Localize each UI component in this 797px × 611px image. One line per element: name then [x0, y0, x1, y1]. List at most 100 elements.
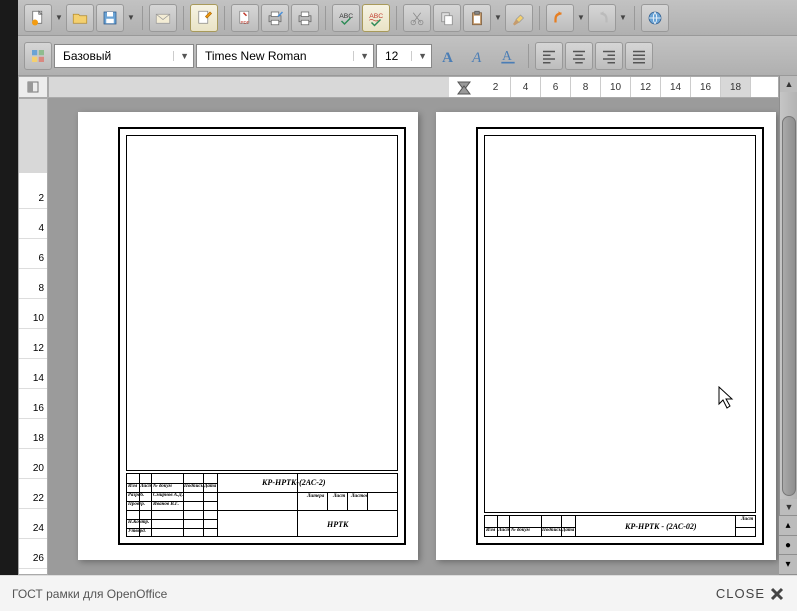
tb-izm: Изм [128, 484, 137, 489]
font-name-value: Times New Roman [205, 49, 307, 63]
save-dropdown[interactable]: ▼ [126, 4, 136, 32]
caption-text: ГОСТ рамки для OpenOffice [12, 587, 167, 601]
openoffice-writer-window: ▼ ▼ PDF ABC ABC ▼ ▼ ▼ Базовый ▼ [18, 0, 797, 575]
italic-button[interactable]: A [464, 42, 492, 70]
paragraph-style-dropdown[interactable]: ▼ [173, 51, 189, 61]
export-pdf-button[interactable]: PDF [231, 4, 259, 32]
vruler-tick: 12 [19, 339, 47, 359]
ruler-corner [18, 76, 48, 98]
indent-marker-icon[interactable] [456, 80, 472, 96]
print-preview-button[interactable] [261, 4, 289, 32]
ruler-tick: 12 [631, 77, 661, 97]
font-size-combo[interactable]: 12 ▼ [376, 44, 432, 68]
mail-button[interactable] [149, 4, 177, 32]
tb-check-name: Иванов В.Г. [153, 502, 179, 507]
tb-doc-code: КР-НРТК-(2АС-2) [262, 478, 326, 487]
vruler-tick: 26 [19, 549, 47, 569]
align-center-button[interactable] [565, 42, 593, 70]
bold-button[interactable]: A [434, 42, 462, 70]
styles-dialog-button[interactable] [24, 42, 52, 70]
next-page-button[interactable]: ▾ [779, 555, 797, 575]
horizontal-ruler[interactable]: 2 4 6 8 10 12 14 16 18 [48, 76, 779, 98]
tb-list: Лист [140, 484, 152, 489]
close-button[interactable]: CLOSE [716, 586, 785, 602]
nav-target-button[interactable]: ● [779, 536, 797, 556]
font-name-combo[interactable]: Times New Roman ▼ [196, 44, 374, 68]
scroll-thumb[interactable] [782, 116, 796, 496]
font-size-dropdown[interactable]: ▼ [411, 51, 427, 61]
scroll-up-arrow[interactable]: ▲ [780, 76, 797, 92]
vertical-scrollbar[interactable]: ▲ ▼ ▴ ● ▾ [779, 76, 797, 575]
new-document-dropdown[interactable]: ▼ [54, 4, 64, 32]
svg-text:A: A [442, 49, 453, 65]
close-label: CLOSE [716, 586, 765, 601]
background-strip [0, 0, 18, 575]
caption-bar: ГОСТ рамки для OpenOffice CLOSE [0, 575, 797, 611]
underline-button[interactable]: A [494, 42, 522, 70]
tb2-date: Дата [562, 528, 574, 533]
paragraph-style-combo[interactable]: Базовый ▼ [54, 44, 194, 68]
ruler-tick: 16 [691, 77, 721, 97]
workspace: 2 4 6 8 10 12 14 16 18 2 4 6 8 10 12 14 … [18, 76, 797, 575]
undo-dropdown[interactable]: ▼ [576, 4, 586, 32]
new-document-button[interactable] [24, 4, 52, 32]
paste-button[interactable] [463, 4, 491, 32]
paragraph-style-value: Базовый [63, 49, 111, 63]
redo-button[interactable] [588, 4, 616, 32]
tb2-sign: Подпись [542, 528, 561, 533]
print-button[interactable] [291, 4, 319, 32]
tb-org: НРТК [327, 520, 348, 529]
align-right-button[interactable] [595, 42, 623, 70]
cut-button[interactable] [403, 4, 431, 32]
spellcheck-button[interactable]: ABC [332, 4, 360, 32]
vruler-tick: 2 [19, 189, 47, 209]
tb2-izm: Изм [486, 528, 495, 533]
edit-mode-button[interactable] [190, 4, 218, 32]
svg-text:ABC: ABC [339, 13, 353, 20]
redo-dropdown[interactable]: ▼ [618, 4, 628, 32]
vruler-tick: 4 [19, 219, 47, 239]
format-paintbrush-button[interactable] [505, 4, 533, 32]
hyperlink-button[interactable] [641, 4, 669, 32]
align-left-button[interactable] [535, 42, 563, 70]
tb2-doc-code: КР-НРТК - (2АС-02) [625, 522, 697, 531]
ruler-tick: 8 [571, 77, 601, 97]
open-button[interactable] [66, 4, 94, 32]
scroll-down-arrow[interactable]: ▼ [780, 499, 797, 515]
ruler-tick: 10 [601, 77, 631, 97]
document-canvas[interactable]: Изм Лист № докум Подпись Дата Разраб. См… [48, 98, 779, 575]
tb-appr: Утверд. [128, 529, 146, 534]
page-1: Изм Лист № докум Подпись Дата Разраб. См… [78, 112, 418, 560]
svg-text:PDF: PDF [241, 20, 250, 25]
tb-ndoc: № докум [153, 484, 172, 489]
vruler-tick: 14 [19, 369, 47, 389]
vruler-tick: 24 [19, 519, 47, 539]
svg-text:ABC: ABC [369, 13, 383, 20]
gost-frame-inner [126, 135, 398, 471]
vertical-ruler[interactable]: 2 4 6 8 10 12 14 16 18 20 22 24 26 [18, 98, 48, 575]
autospellcheck-button[interactable]: ABC [362, 4, 390, 32]
page-nav-buttons: ▴ ● ▾ [779, 515, 797, 575]
vruler-tick: 18 [19, 429, 47, 449]
align-justify-button[interactable] [625, 42, 653, 70]
tb-dev: Разраб. [128, 493, 144, 498]
tb-check: Провер. [128, 502, 145, 507]
ruler-tick: 6 [541, 77, 571, 97]
tb-date: Дата [204, 484, 216, 489]
standard-toolbar: ▼ ▼ PDF ABC ABC ▼ ▼ ▼ [18, 0, 797, 36]
gost-frame-inner-2 [484, 135, 756, 513]
undo-button[interactable] [546, 4, 574, 32]
vruler-tick: 6 [19, 249, 47, 269]
font-name-dropdown[interactable]: ▼ [353, 51, 369, 61]
close-icon [769, 586, 785, 602]
paste-dropdown[interactable]: ▼ [493, 4, 503, 32]
ruler-tick: 18 [721, 77, 751, 97]
copy-button[interactable] [433, 4, 461, 32]
tb2-ndoc: № докум [511, 528, 530, 533]
page-2: Изм Лист № докум Подпись Дата КР-НРТК - … [436, 112, 776, 560]
ruler-tick: 14 [661, 77, 691, 97]
prev-page-button[interactable]: ▴ [779, 516, 797, 536]
save-button[interactable] [96, 4, 124, 32]
gost-frame-outer-2: Изм Лист № докум Подпись Дата КР-НРТК - … [476, 127, 764, 545]
svg-text:A: A [471, 49, 482, 65]
